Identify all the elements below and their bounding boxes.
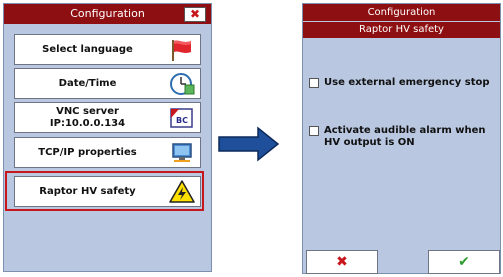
right-title: Configuration (367, 7, 436, 18)
selection-highlight (5, 171, 204, 211)
vnc-icon: BC (170, 108, 193, 128)
cancel-button[interactable]: ✖ (306, 250, 378, 274)
vnc-icon-text: BC (176, 116, 188, 125)
audible-alarm-checkbox[interactable] (309, 126, 319, 136)
select-language-label: Select language (42, 44, 133, 55)
date-time-label: Date/Time (58, 78, 117, 89)
tcp-ip-label: TCP/IP properties (38, 147, 137, 158)
configuration-window-left: Configuration ✖ Select language Date/Tim… (3, 3, 212, 272)
right-title-bar: Configuration (303, 4, 500, 21)
external-emergency-stop-checkbox[interactable] (309, 78, 319, 88)
red-flag-icon (172, 40, 191, 61)
external-emergency-stop-label: Use external emergency stop (324, 77, 490, 88)
vnc-server-button[interactable]: VNC server IP:10.0.0.134 BC (14, 102, 201, 133)
select-language-button[interactable]: Select language (14, 34, 201, 65)
left-title: Configuration (70, 7, 145, 20)
audible-alarm-label: Activate audible alarm when HV output is… (324, 125, 486, 148)
left-title-bar: Configuration (4, 4, 211, 24)
close-button[interactable]: ✖ (184, 7, 206, 22)
right-arrow-icon (218, 126, 280, 162)
ok-button[interactable]: ✔ (428, 250, 500, 274)
date-time-button[interactable]: Date/Time (14, 68, 201, 99)
right-subtitle-bar: Raptor HV safety (303, 22, 500, 38)
vnc-server-label: VNC server (56, 106, 119, 117)
right-subtitle: Raptor HV safety (359, 24, 444, 35)
clock-icon (170, 73, 195, 95)
raptor-hv-safety-window: Configuration Raptor HV safety Use exter… (302, 3, 501, 274)
computer-network-icon (172, 143, 192, 162)
vnc-server-ip: IP:10.0.0.134 (49, 118, 126, 129)
tcp-ip-properties-button[interactable]: TCP/IP properties (14, 137, 201, 168)
